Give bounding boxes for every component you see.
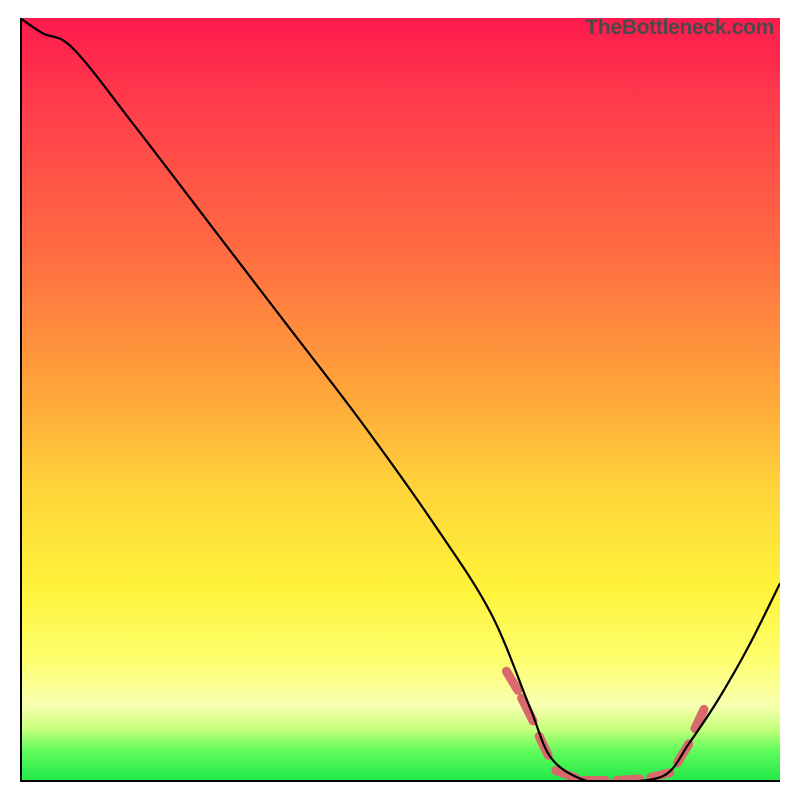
x-axis [20, 780, 780, 782]
bottleneck-curve [20, 18, 780, 782]
chart-stage: TheBottleneck.com [0, 0, 800, 800]
plot-area: TheBottleneck.com [20, 18, 780, 782]
y-axis [20, 18, 22, 782]
